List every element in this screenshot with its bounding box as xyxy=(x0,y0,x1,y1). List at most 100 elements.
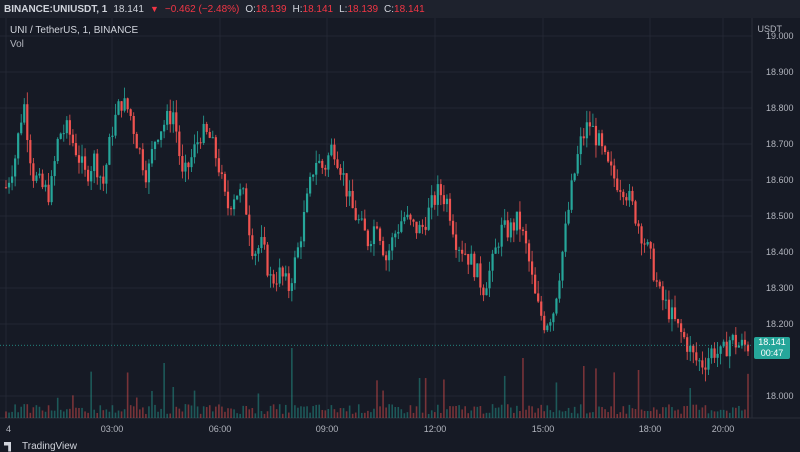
candle-body xyxy=(442,195,446,205)
volume-bar xyxy=(35,405,38,418)
candle-body xyxy=(722,341,725,347)
candle-body xyxy=(357,219,360,221)
volume-bar xyxy=(506,404,509,418)
volume-bar xyxy=(8,412,10,418)
high-label: H: xyxy=(292,3,303,15)
candle-body xyxy=(159,131,163,140)
volume-bar xyxy=(348,405,351,418)
volume-bar xyxy=(716,411,719,418)
candle-body xyxy=(53,161,56,177)
candle-body xyxy=(214,137,217,159)
price-chart[interactable]: 19.00018.90018.80018.70018.60018.50018.4… xyxy=(0,18,800,450)
volume-bar xyxy=(211,411,214,418)
volume-bar xyxy=(291,348,293,418)
volume-bar xyxy=(26,404,29,418)
candle-body xyxy=(175,112,178,132)
candle-body xyxy=(378,228,382,241)
last-price-tag-value: 18.141 xyxy=(758,337,786,348)
candle-body xyxy=(35,175,38,181)
candle-body xyxy=(248,214,251,236)
chart-title[interactable]: UNI / TetherUS, 1, BINANCE xyxy=(10,24,138,38)
volume-bar xyxy=(744,409,746,418)
candle-body xyxy=(147,163,151,183)
volume-bar xyxy=(102,410,105,418)
candle-body xyxy=(339,167,342,175)
volume-bar xyxy=(132,406,135,418)
volume-bar xyxy=(500,404,503,418)
candle-body xyxy=(610,161,613,166)
candle-body xyxy=(354,208,357,220)
candle-body xyxy=(65,120,68,134)
volume-label[interactable]: Vol xyxy=(10,38,138,52)
volume-bar xyxy=(628,404,631,418)
candle-body xyxy=(275,283,278,285)
candle-body xyxy=(540,301,543,316)
candle-body xyxy=(728,340,731,357)
volume-bar xyxy=(589,412,591,418)
volume-bar xyxy=(351,413,354,418)
volume-bar xyxy=(157,411,159,418)
volume-bar xyxy=(284,404,287,418)
tradingview-logo[interactable]: TradingView xyxy=(4,441,77,452)
candle-body xyxy=(497,246,500,248)
symbol-label[interactable]: BINANCE:UNIUSDT, 1 xyxy=(4,4,107,15)
candle-body xyxy=(561,251,564,281)
candle-body xyxy=(205,123,208,132)
volume-bar xyxy=(148,406,150,418)
volume-bar xyxy=(698,409,701,418)
close-label: C: xyxy=(384,3,395,15)
candle-body xyxy=(588,122,591,127)
volume-bar xyxy=(586,413,588,418)
candle-body xyxy=(652,248,655,281)
candle-body xyxy=(412,219,415,222)
volume-bar xyxy=(385,407,387,418)
volume-bar xyxy=(400,409,403,418)
volume-bar xyxy=(245,405,248,418)
price-tick-label: 18.700 xyxy=(766,139,794,149)
volume-bar xyxy=(613,372,615,418)
candle-body xyxy=(336,159,339,168)
candle-body xyxy=(80,156,84,163)
volume-bar xyxy=(218,404,220,418)
candle-body xyxy=(90,171,93,182)
candle-body xyxy=(299,241,303,248)
low-value: 18.139 xyxy=(347,3,379,15)
volume-bar xyxy=(154,404,156,418)
volume-bar xyxy=(725,410,728,418)
volume-bar xyxy=(114,412,117,418)
candle-body xyxy=(555,298,558,314)
high-value: 18.141 xyxy=(302,3,334,15)
volume-bar xyxy=(662,407,664,418)
candle-body xyxy=(740,339,744,346)
candle-body xyxy=(479,263,482,288)
candle-body xyxy=(281,267,284,277)
volume-bar xyxy=(546,405,549,418)
candle-body xyxy=(406,214,409,218)
down-arrow-icon: ▼ xyxy=(149,4,159,14)
volume-bar xyxy=(333,409,336,418)
candle-body xyxy=(4,187,8,189)
volume-bar xyxy=(659,413,661,418)
volume-bar xyxy=(53,410,56,418)
volume-bar xyxy=(391,404,394,418)
volume-bar xyxy=(215,406,217,418)
volume-bar xyxy=(522,358,524,418)
volume-bar xyxy=(735,407,737,418)
volume-bar xyxy=(260,411,263,418)
candle-body xyxy=(518,211,522,230)
volume-bar xyxy=(294,405,296,418)
candle-body xyxy=(321,160,324,168)
candle-body xyxy=(217,158,220,173)
volume-bar xyxy=(169,413,172,418)
symbol-ohlc-bar: BINANCE:UNIUSDT, 1 18.141 ▼ −0.462 (−2.4… xyxy=(0,0,800,18)
volume-bar xyxy=(513,412,515,418)
candle-body xyxy=(716,353,719,358)
volume-bar xyxy=(20,406,23,418)
volume-bar xyxy=(205,407,208,418)
volume-bar xyxy=(373,408,375,418)
candle-body xyxy=(579,136,582,155)
candle-body xyxy=(704,367,707,370)
volume-bar xyxy=(236,413,238,418)
volume-bar xyxy=(254,413,257,418)
volume-bar xyxy=(485,412,488,418)
